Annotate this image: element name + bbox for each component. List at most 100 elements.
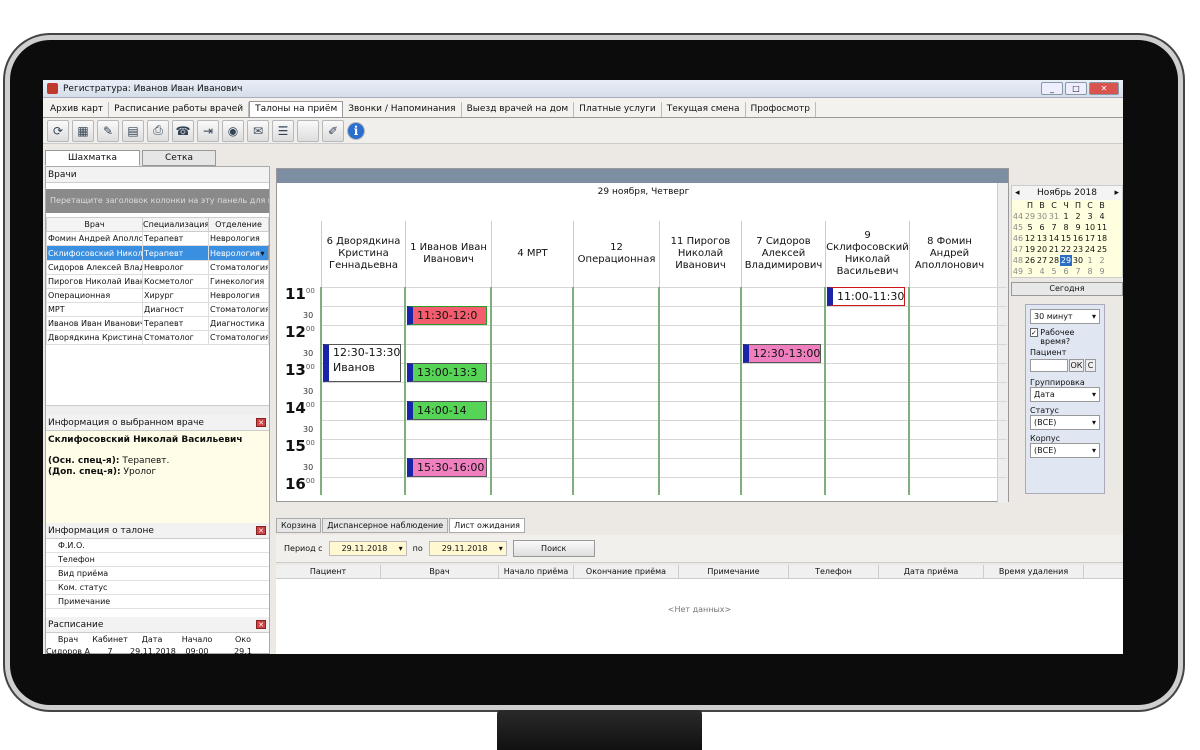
calendar-day[interactable]: 28 — [1048, 255, 1060, 266]
calendar-day[interactable]: 16 — [1072, 233, 1084, 244]
column-header[interactable]: Отделение — [208, 217, 269, 232]
tab-grid[interactable]: Сетка — [141, 150, 216, 166]
table-row[interactable]: Сидоров Алексей Влад Невролог Стоматология — [46, 260, 269, 275]
schedule-column-header[interactable]: Дата — [130, 633, 174, 646]
menu-item[interactable]: Текущая смена — [662, 102, 746, 117]
calendar-day[interactable]: 8 — [1060, 222, 1072, 233]
work-time-checkbox[interactable]: ✓ — [1030, 328, 1039, 337]
waitlist-column-header[interactable]: Телефон — [789, 565, 879, 578]
calendar-day[interactable]: 22 — [1060, 244, 1072, 255]
minimize-button[interactable]: _ — [1041, 82, 1063, 95]
waitlist-column-header[interactable]: Окончание приёма — [574, 565, 679, 578]
bottom-tab[interactable]: Корзина — [276, 518, 322, 533]
table-row[interactable]: Иванов Иван Иванович Терапевт Диагностика — [46, 316, 269, 331]
export-icon[interactable]: ⇥ — [197, 119, 219, 142]
calendar-day[interactable]: 29 — [1060, 255, 1072, 266]
tab-chessboard[interactable]: Шахматка — [45, 150, 140, 166]
patient-input[interactable] — [1030, 359, 1068, 372]
calendar-day[interactable]: 23 — [1072, 244, 1084, 255]
close-icon[interactable]: ✕ — [256, 418, 266, 427]
close-icon[interactable]: ✕ — [256, 620, 266, 629]
calendar-day[interactable]: 5 — [1048, 266, 1060, 277]
grouping-select[interactable]: Дата — [1030, 387, 1100, 402]
close-icon[interactable]: ✕ — [256, 526, 266, 535]
calendar-day[interactable]: 13 — [1036, 233, 1048, 244]
calendar-day[interactable]: 24 — [1084, 244, 1096, 255]
doctor-column-header[interactable]: 9 Склифосовский Николай Васильевич — [825, 221, 909, 287]
calendar-day[interactable]: 7 — [1072, 266, 1084, 277]
calendar-day[interactable]: 25 — [1096, 244, 1108, 255]
doctor-column-header[interactable]: 6 Дворядкина Кристина Геннадьевна — [321, 221, 405, 287]
print-icon[interactable]: ⎙ — [147, 119, 169, 142]
appointment-slot[interactable]: 11:30-12:0 — [407, 306, 487, 325]
calendar-day[interactable]: 3 — [1024, 266, 1036, 277]
waitlist-column-header[interactable]: Время удаления — [984, 565, 1084, 578]
waitlist-column-header[interactable]: Начало приёма — [499, 565, 574, 578]
calendar-day[interactable]: 8 — [1084, 266, 1096, 277]
doctor-column-header[interactable]: 11 Пирогов Николай Иванович — [659, 221, 741, 287]
appointment-slot[interactable]: 14:00-14 — [407, 401, 487, 420]
status-select[interactable]: (ВСЕ) — [1030, 415, 1100, 430]
interval-select[interactable]: 30 минут — [1030, 309, 1100, 324]
calendar-day[interactable]: 30 — [1072, 255, 1084, 266]
bottom-tab[interactable]: Лист ожидания — [449, 518, 525, 533]
calendar-day[interactable]: 9 — [1096, 266, 1108, 277]
appointment-slot[interactable]: 11:00-11:30 — [827, 287, 905, 306]
column-header[interactable]: Специализация — [142, 217, 209, 232]
menu-item[interactable]: Архив карт — [45, 102, 110, 117]
waitlist-column-header[interactable]: Пациент — [276, 565, 381, 578]
notes-icon[interactable]: ☰ — [272, 119, 294, 142]
blank-icon[interactable] — [297, 119, 319, 142]
table-row[interactable]: Фомин Андрей Аполлс Терапевт Неврология — [46, 231, 269, 246]
message-icon[interactable]: ✉ — [247, 119, 269, 142]
calendar-day[interactable]: 2 — [1096, 255, 1108, 266]
ok-button[interactable]: ОК — [1069, 359, 1084, 372]
waitlist-column-header[interactable]: Врач — [381, 565, 499, 578]
calendar-day[interactable]: 27 — [1036, 255, 1048, 266]
close-button[interactable]: ✕ — [1089, 82, 1119, 95]
brush-icon[interactable]: ✐ — [322, 119, 344, 142]
calendar-day[interactable]: 2 — [1072, 211, 1084, 222]
prev-month-icon[interactable]: ◂ — [1015, 186, 1020, 200]
date-from-field[interactable]: 29.11.2018 — [328, 541, 407, 556]
menu-item[interactable]: Звонки / Напоминания — [343, 102, 462, 117]
clear-button[interactable]: С — [1085, 359, 1096, 372]
calendar-day[interactable]: 30 — [1036, 211, 1048, 222]
calendar-day[interactable]: 11 — [1096, 222, 1108, 233]
schedule-column-header[interactable]: Око — [220, 633, 266, 646]
calendar-day[interactable]: 6 — [1036, 222, 1048, 233]
calendar-day[interactable]: 3 — [1084, 211, 1096, 222]
calendar-day[interactable]: 18 — [1096, 233, 1108, 244]
calendar-day[interactable]: 4 — [1096, 211, 1108, 222]
calendar-day[interactable]: 5 — [1024, 222, 1036, 233]
calendar-icon[interactable]: ▤ — [122, 119, 144, 142]
calendar-day[interactable]: 20 — [1036, 244, 1048, 255]
calendar-day[interactable]: 19 — [1024, 244, 1036, 255]
search-button[interactable]: Поиск — [512, 540, 595, 557]
table-row[interactable]: Склифосовский Никола Терапевт Неврология — [46, 245, 269, 261]
calendar-day[interactable]: 21 — [1048, 244, 1060, 255]
schedule-row[interactable]: Сидоров А 7 29.11.2018 09:00 29.1 — [46, 646, 269, 654]
maximize-button[interactable]: □ — [1065, 82, 1087, 95]
schedule-column-header[interactable]: Начало — [174, 633, 220, 646]
table-row[interactable]: Пирогов Николай Иван Косметолог Гинекологи… — [46, 274, 269, 289]
calendar-day[interactable]: 26 — [1024, 255, 1036, 266]
add-ticket-icon[interactable]: ▦ — [72, 119, 94, 142]
camera-icon[interactable]: ◉ — [222, 119, 244, 142]
doctor-column-header[interactable]: 12 Операционная — [573, 221, 659, 287]
building-select[interactable]: (ВСЕ) — [1030, 443, 1100, 458]
info-icon[interactable]: i — [347, 121, 365, 140]
doctor-column-header[interactable]: 4 МРТ — [491, 221, 573, 287]
appointment-slot[interactable]: 12:30-13:00 — [743, 344, 821, 363]
calendar-day[interactable]: 14 — [1048, 233, 1060, 244]
menu-item[interactable]: Профосмотр — [746, 102, 816, 117]
column-header[interactable]: Врач — [46, 217, 143, 232]
today-button[interactable]: Сегодня — [1011, 282, 1123, 296]
doctor-column-header[interactable]: 7 Сидоров Алексей Владимирович — [741, 221, 825, 287]
next-month-icon[interactable]: ▸ — [1114, 186, 1119, 200]
table-row[interactable]: Дворядкина Кристина Стоматолог Стоматологи… — [46, 330, 269, 345]
calendar-day[interactable]: 4 — [1036, 266, 1048, 277]
calendar-day[interactable]: 7 — [1048, 222, 1060, 233]
phone-icon[interactable]: ☎ — [172, 119, 194, 142]
bottom-tab[interactable]: Диспансерное наблюдение — [322, 518, 449, 533]
